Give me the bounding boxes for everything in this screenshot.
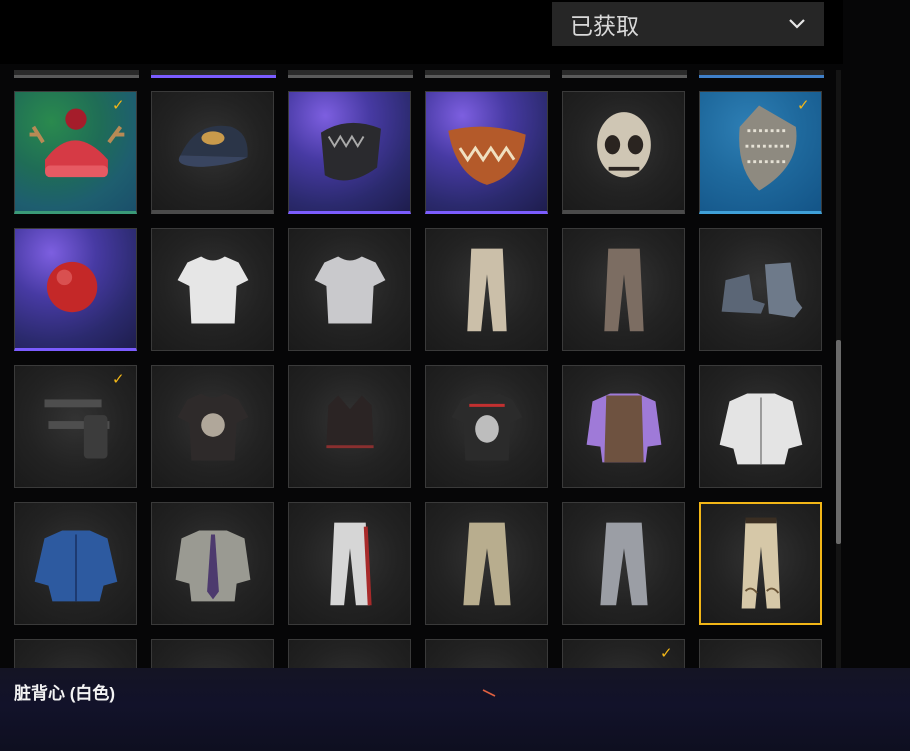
gray-boots-icon — [721, 262, 803, 318]
inventory-tile[interactable] — [14, 639, 137, 668]
inventory-tile[interactable] — [14, 502, 137, 625]
footer-bar — [0, 668, 910, 751]
row-partial-item[interactable] — [151, 70, 276, 78]
inventory-tile-selected[interactable] — [699, 502, 822, 625]
partial-item-icon — [289, 640, 410, 668]
white-tshirt-icon — [177, 256, 249, 324]
inventory-tile[interactable]: ✓ — [562, 639, 685, 668]
inventory-tile[interactable] — [288, 365, 411, 488]
inventory-tile[interactable] — [425, 502, 548, 625]
row-partial-item[interactable] — [699, 70, 824, 78]
owned-check-icon: ✓ — [112, 370, 125, 388]
inventory-tile[interactable] — [288, 639, 411, 668]
partial-item-icon — [426, 640, 547, 668]
inventory-tile[interactable] — [14, 228, 137, 351]
inventory-tile[interactable] — [151, 365, 274, 488]
inventory-tile[interactable]: ✓ — [14, 91, 137, 214]
row-partial-item[interactable] — [425, 70, 550, 78]
inventory-tile[interactable] — [425, 639, 548, 668]
row-partial-item[interactable] — [288, 70, 413, 78]
gray-shirt-tie-icon — [175, 530, 251, 602]
blue-pattern-shirt-icon — [34, 530, 118, 602]
inventory-tile[interactable] — [151, 639, 274, 668]
inventory-tile[interactable] — [151, 502, 274, 625]
skull-mask-icon — [597, 112, 651, 178]
inventory-tile[interactable] — [562, 91, 685, 214]
mouse-cursor-icon — [482, 689, 496, 697]
red-nose-icon — [46, 261, 98, 313]
inventory-tile[interactable] — [699, 365, 822, 488]
khaki-pants-icon — [467, 248, 507, 332]
gray-tshirt-icon — [314, 256, 386, 324]
owned-check-icon: ✓ — [660, 644, 673, 662]
inventory-tile[interactable] — [562, 365, 685, 488]
inventory-tile[interactable] — [151, 91, 274, 214]
inventory-tile[interactable] — [425, 228, 548, 351]
inventory-tile[interactable] — [425, 365, 548, 488]
partial-item-icon — [152, 640, 273, 668]
owned-check-icon: ✓ — [112, 96, 125, 114]
inventory-tile[interactable] — [151, 228, 274, 351]
selected-item-name: 脏背心 (白色) — [14, 684, 116, 703]
brown-pants-icon — [604, 248, 644, 332]
black-mask-icon — [320, 122, 381, 181]
graphic-tshirt-icon — [177, 393, 249, 461]
scrollbar-thumb[interactable] — [836, 340, 841, 544]
inventory-tile[interactable] — [562, 228, 685, 351]
skull-tshirt-icon — [451, 393, 523, 461]
baseball-cap-icon — [178, 125, 248, 167]
black-sports-bra-icon — [326, 395, 374, 449]
purple-shirt-vest-icon — [586, 393, 662, 463]
white-chinese-shirt-icon — [719, 393, 803, 465]
owned-check-icon: ✓ — [797, 96, 810, 114]
embroidered-pants-icon — [741, 517, 781, 609]
chevron-down-icon — [789, 19, 805, 29]
inventory-tile[interactable] — [699, 639, 822, 668]
inventory-tile[interactable] — [562, 502, 685, 625]
partial-item-icon — [15, 640, 136, 668]
track-pants-icon — [330, 522, 372, 606]
inventory-tile[interactable] — [288, 91, 411, 214]
inventory-tile[interactable] — [288, 228, 411, 351]
ownership-filter-dropdown[interactable]: 已获取 — [552, 2, 824, 46]
inventory-tile[interactable] — [699, 228, 822, 351]
cargo-pants-icon — [463, 522, 511, 606]
inventory-tile[interactable] — [425, 91, 548, 214]
partial-item-icon — [700, 640, 821, 668]
inventory-tile[interactable] — [288, 502, 411, 625]
filter-label: 已获取 — [570, 13, 639, 39]
orange-monster-mask-icon — [448, 126, 526, 185]
inventory-grid: ✓ ✓ ✓ ✓ — [0, 0, 843, 668]
inventory-tile[interactable]: ✓ — [14, 365, 137, 488]
inventory-tile[interactable]: ✓ — [699, 91, 822, 214]
row-partial-item[interactable] — [14, 70, 139, 78]
gray-cargo-pants-icon — [600, 522, 648, 606]
row-partial-item[interactable] — [562, 70, 687, 78]
